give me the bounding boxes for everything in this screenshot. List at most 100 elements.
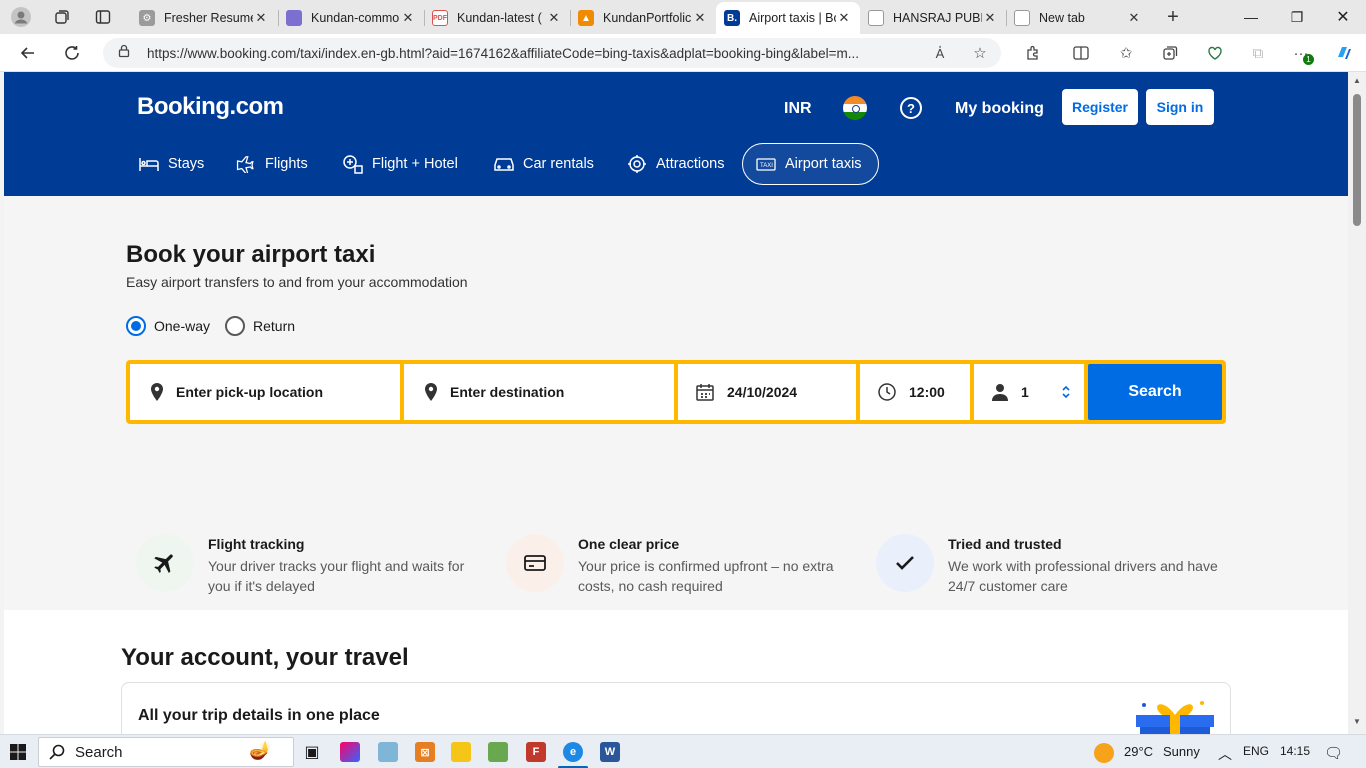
close-tab-icon[interactable]: ✕ [692,10,708,26]
language-indicator[interactable]: ENG [1243,744,1269,758]
notepad-plus-icon[interactable] [488,742,508,762]
person-icon [992,384,1008,401]
currency-selector[interactable]: INR [784,100,812,118]
nav-attractions[interactable]: Attractions [614,143,737,185]
feature-flight-tracking: Flight tracking Your driver tracks your … [136,534,486,598]
nav-flight-hotel[interactable]: Flight + Hotel [330,143,470,185]
refresh-button[interactable] [59,41,85,65]
my-booking-link[interactable]: My booking [955,100,1044,118]
tab-airport-taxis[interactable]: B. Airport taxis | Bo ✕ [716,2,860,34]
check-icon [876,534,934,592]
url-text[interactable]: https://www.booking.com/taxi/index.en-gb… [147,46,917,61]
address-toolbar: https://www.booking.com/taxi/index.en-gb… [0,34,1366,72]
taxi-icon: TAXI [756,158,776,171]
tab-actions-icon[interactable] [92,6,114,28]
nav-flights[interactable]: Flights [223,143,320,185]
page-title: Book your airport taxi [126,241,376,268]
weather-temp[interactable]: 29°C [1124,744,1153,759]
close-tab-icon[interactable]: ✕ [1126,10,1142,26]
weather-desc[interactable]: Sunny [1163,744,1200,759]
scroll-thumb[interactable] [1353,94,1361,226]
pickup-location-field[interactable]: Enter pick-up location [130,364,400,420]
copilot-icon[interactable] [1332,41,1356,65]
close-tab-icon[interactable]: ✕ [253,10,269,26]
tab-hansraj-publ[interactable]: HANSRAJ PUBL ✕ [860,2,1006,34]
tab-kundan-latest[interactable]: PDF Kundan-latest ( ✕ [424,2,570,34]
profile-icon[interactable] [10,6,32,28]
stepper-chevrons-icon [1062,385,1070,399]
tab-kundan-commo[interactable]: Kundan-commo ✕ [278,2,424,34]
back-button[interactable] [15,41,41,65]
edge-browser-icon[interactable]: e [563,742,583,762]
url-bar[interactable]: https://www.booking.com/taxi/index.en-gb… [103,38,1001,68]
page-scrollbar[interactable]: ▲ ▼ [1348,72,1366,734]
register-button[interactable]: Register [1062,89,1138,125]
newtab-icon [1014,10,1030,26]
one-way-radio[interactable]: One-way [126,316,210,336]
tab-new-tab[interactable]: New tab ✕ [1006,2,1150,34]
india-flag-icon[interactable] [843,96,867,120]
booking-logo[interactable]: Booking.com [137,93,284,121]
split-screen-icon[interactable] [1069,41,1093,65]
clock[interactable]: 14:15 [1280,744,1310,758]
minimize-button[interactable]: — [1228,0,1274,34]
notifications-icon[interactable]: 🗨 [1324,744,1343,762]
extension-badge: 1 [1303,54,1314,65]
screenshot-icon[interactable]: ⧉ [1246,41,1270,65]
windows-start-icon[interactable] [10,744,26,765]
sign-in-button[interactable]: Sign in [1146,89,1214,125]
filezilla-icon[interactable]: F [526,742,546,762]
task-view-icon[interactable]: ▣ [302,742,322,762]
favorites-icon[interactable]: ✩ [1114,41,1138,65]
nav-airport-taxis[interactable]: TAXI Airport taxis [742,143,879,185]
tab-fresher-resume[interactable]: ⚙ Fresher Resume ✕ [131,2,277,34]
file-explorer-icon[interactable] [451,742,471,762]
time-field[interactable]: 12:00 [860,364,970,420]
help-icon[interactable]: ? [900,97,922,119]
close-tab-icon[interactable]: ✕ [400,10,416,26]
search-icon [49,744,65,760]
read-aloud-icon[interactable]: A᷾ [928,41,952,65]
restore-button[interactable]: ❐ [1274,0,1320,34]
trip-details-card[interactable]: All your trip details in one place [121,682,1231,734]
workspaces-icon[interactable] [51,6,73,28]
close-tab-icon[interactable]: ✕ [546,10,562,26]
close-tab-icon[interactable]: ✕ [982,10,998,26]
passengers-field[interactable]: 1 [974,364,1084,420]
scroll-down-icon[interactable]: ▼ [1353,717,1361,726]
collections-icon[interactable] [1158,41,1182,65]
tab-kundan-portfolio[interactable]: ▲ KundanPortfolic ✕ [570,2,716,34]
extensions-icon[interactable] [1021,41,1045,65]
location-pin-icon [425,383,437,401]
word-app-icon[interactable]: W [600,742,620,762]
lock-icon[interactable] [117,44,131,63]
attractions-icon [628,155,646,173]
nav-stays[interactable]: Stays [126,143,216,185]
radio-unselected-icon[interactable] [225,316,245,336]
account-heading: Your account, your travel [121,644,409,671]
taxi-search-form: Enter pick-up location Enter destination… [126,360,1226,424]
scroll-up-icon[interactable]: ▲ [1353,76,1361,85]
new-tab-plus-icon[interactable]: + [1162,6,1184,28]
browser-essentials-icon[interactable] [1203,41,1227,65]
gear-icon: ⚙ [139,10,155,26]
close-tab-icon[interactable]: ✕ [836,10,852,26]
nav-car-rentals[interactable]: Car rentals [481,143,606,185]
return-radio[interactable]: Return [225,316,295,336]
notes-app-icon[interactable] [378,742,398,762]
taskbar-search[interactable]: Search 🪔 [38,737,294,767]
tray-chevron-icon[interactable]: ︿ [1218,744,1232,764]
feature-clear-price: One clear price Your price is confirmed … [506,534,856,598]
destination-field[interactable]: Enter destination [404,364,674,420]
page-viewport: Booking.com INR ? My booking Register Si… [4,72,1348,734]
xampp-app-icon[interactable]: ⊠ [415,742,435,762]
weather-sun-icon[interactable] [1094,743,1114,763]
radio-selected-icon[interactable] [126,316,146,336]
date-field[interactable]: 24/10/2024 [678,364,856,420]
plane-hotel-icon [343,155,363,174]
favorite-star-icon[interactable]: ☆ [968,41,992,65]
close-window-button[interactable]: ✕ [1320,0,1366,34]
copilot-app-icon[interactable] [340,742,360,762]
search-button[interactable]: Search [1088,364,1222,420]
booking-icon: B. [724,10,740,26]
